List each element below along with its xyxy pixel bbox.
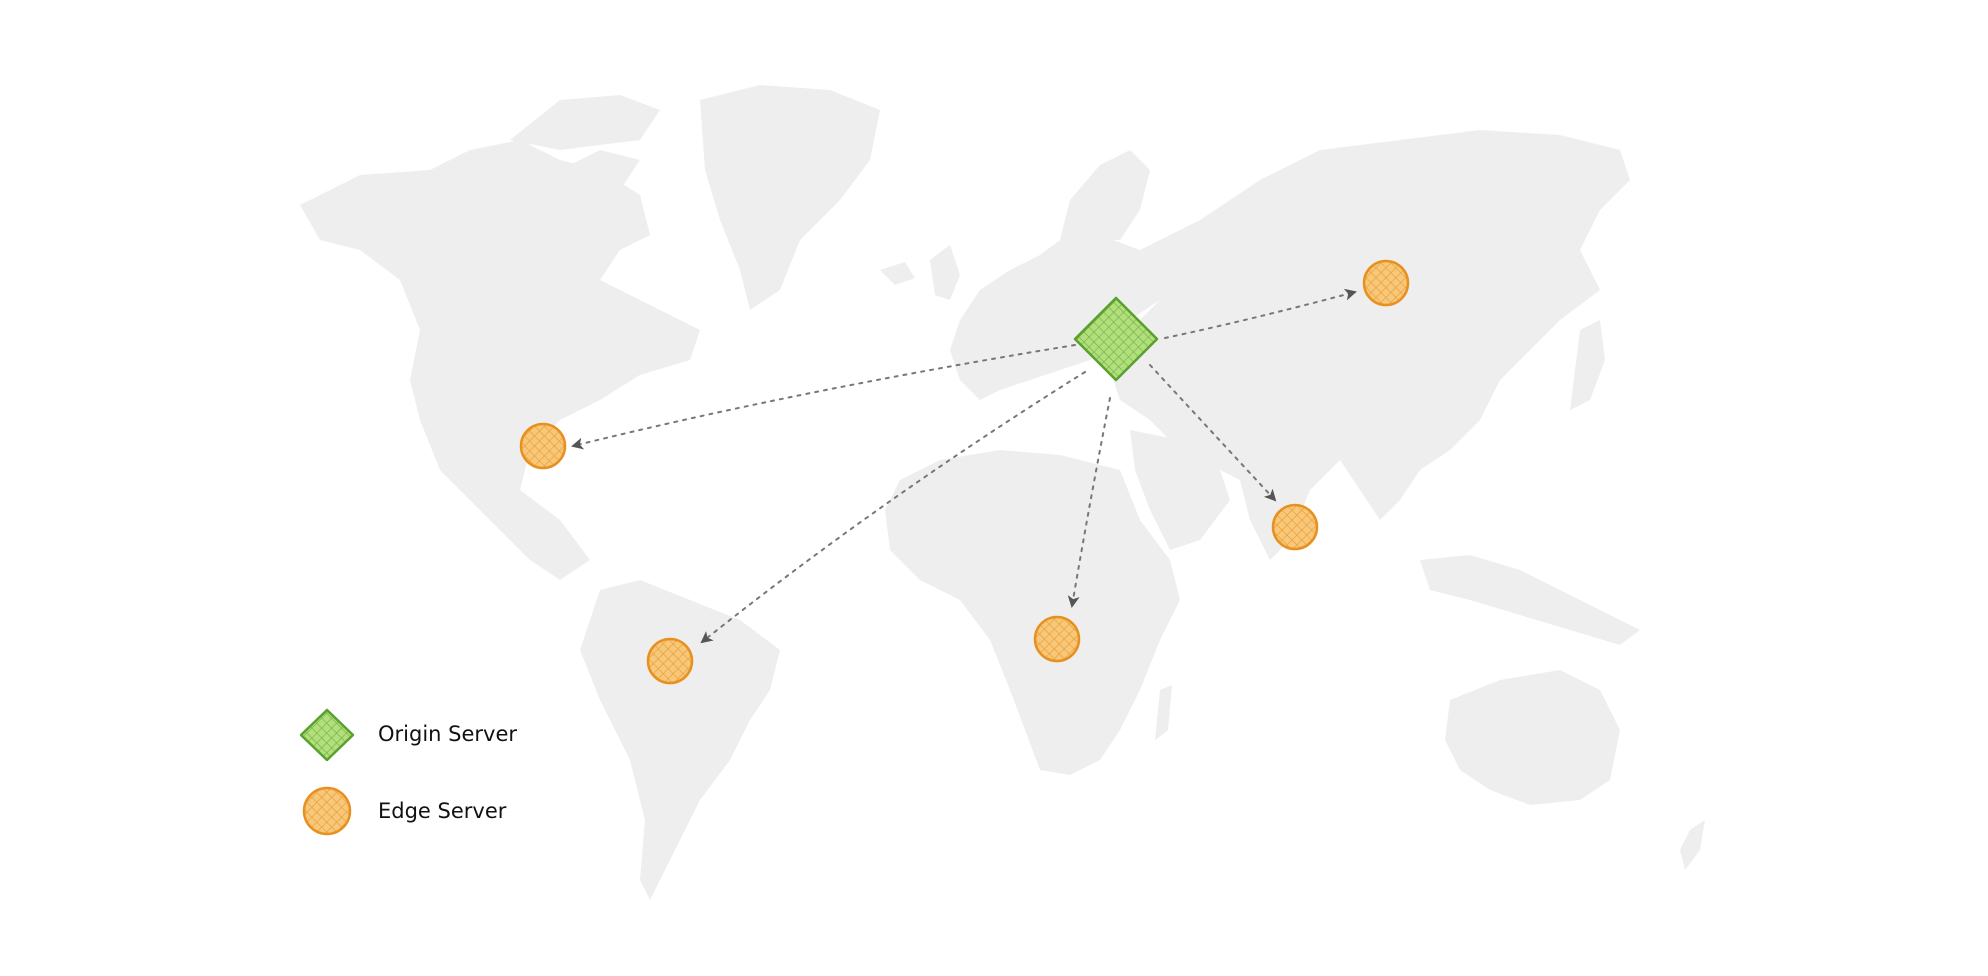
legend-origin-label: Origin Server <box>378 722 517 746</box>
edge-server-node-india <box>1271 503 1319 551</box>
edge-server-node-south-america <box>646 637 694 685</box>
legend-edge-icon <box>302 786 352 836</box>
edge-server-node-north-america <box>519 422 567 470</box>
cdn-world-map-diagram: Origin Server Edge Server <box>0 0 1988 976</box>
edge-server-node-africa <box>1033 615 1081 663</box>
legend-edge-label: Edge Server <box>378 799 507 823</box>
edge-server-node-russia <box>1362 259 1410 307</box>
